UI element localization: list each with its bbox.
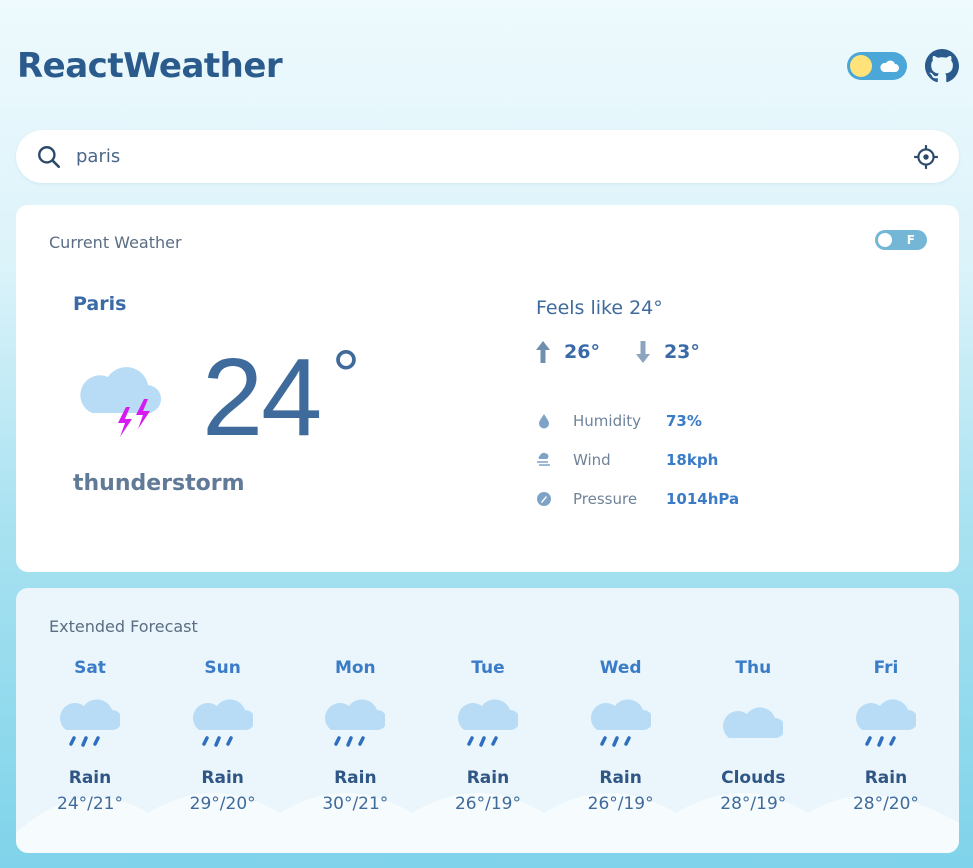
- detail-value: 73%: [666, 411, 702, 430]
- forecast-day: Tue Rain 26°/19°: [422, 658, 554, 814]
- header-actions: [847, 49, 959, 83]
- day-temps: 26°/19°: [454, 794, 521, 814]
- arrow-up-icon: [536, 341, 550, 363]
- feels-like: Feels like 24°: [536, 297, 663, 319]
- day-temps: 24°/21°: [57, 794, 123, 814]
- max-temp-value: 26°: [564, 341, 600, 363]
- wind-icon: [537, 452, 550, 466]
- toggle-knob: [878, 233, 892, 247]
- search-icon: [38, 145, 61, 168]
- min-temp: 23°: [635, 341, 700, 363]
- detail-value: 18kph: [666, 450, 719, 469]
- forecast-card: Extended Forecast Sat Rain 24°/21° Sun R…: [16, 588, 959, 853]
- crosshair-icon[interactable]: [913, 144, 939, 170]
- rain-cloud-icon: [458, 699, 518, 747]
- day-name: Sun: [204, 658, 241, 678]
- forecast-day: Wed Rain 26°/19°: [555, 658, 687, 814]
- forecast-day: Mon Rain 30°/21°: [289, 658, 421, 814]
- day-name: Tue: [471, 658, 505, 678]
- weather-details: Humidity 73% Wind 18kph Pressure 1014hPa: [536, 401, 739, 518]
- detail-value: 1014hPa: [666, 489, 740, 508]
- forecast-day: Fri Rain 28°/20°: [820, 658, 952, 814]
- theme-toggle[interactable]: [847, 52, 907, 80]
- day-name: Sat: [74, 658, 106, 678]
- detail-humidity: Humidity 73%: [536, 401, 739, 440]
- day-name: Fri: [873, 658, 899, 678]
- detail-pressure: Pressure 1014hPa: [536, 479, 739, 518]
- arrow-down-icon: [635, 341, 650, 363]
- day-name: Mon: [334, 658, 376, 678]
- max-temp: 26°: [536, 341, 600, 363]
- cloud-icon: [723, 707, 784, 738]
- github-icon[interactable]: [925, 49, 959, 83]
- detail-label: Humidity: [573, 411, 642, 430]
- city-name: Paris: [73, 293, 127, 315]
- day-condition: Clouds: [721, 768, 786, 788]
- forecast-list: Sat Rain 24°/21° Sun Rain 29°/20° Mon Ra…: [24, 658, 952, 814]
- current-temperature: 24: [202, 336, 322, 459]
- detail-label: Wind: [573, 450, 611, 469]
- temperature-degree: °: [332, 336, 360, 414]
- day-condition: Rain: [864, 768, 908, 788]
- forecast-day: Sat Rain 24°/21°: [24, 658, 156, 814]
- search-bar[interactable]: [16, 130, 959, 183]
- app-title: ReactWeather: [17, 46, 283, 86]
- current-weather-title: Current Weather: [49, 233, 182, 252]
- day-condition: Rain: [68, 768, 112, 788]
- detail-label: Pressure: [573, 489, 638, 508]
- day-name: Wed: [599, 658, 642, 678]
- gauge-icon: [537, 491, 551, 506]
- rain-cloud-icon: [590, 699, 651, 747]
- thunderstorm-icon: [80, 367, 162, 437]
- day-condition: Rain: [599, 768, 642, 788]
- min-max-temps: 26° 23°: [536, 341, 700, 363]
- day-name: Thu: [735, 658, 772, 678]
- current-condition: thunderstorm: [73, 471, 245, 496]
- day-temps: 29°/20°: [189, 794, 256, 814]
- rain-cloud-icon: [192, 699, 253, 747]
- unit-toggle[interactable]: F: [875, 230, 927, 250]
- cloud-icon: [880, 60, 899, 72]
- current-weather-card: Current Weather F Paris 24 ° thunderstor…: [16, 205, 959, 572]
- rain-cloud-icon: [325, 699, 386, 747]
- day-condition: Rain: [334, 768, 377, 788]
- forecast-day: Sun Rain 29°/20°: [157, 658, 289, 814]
- day-condition: Rain: [201, 768, 244, 788]
- day-condition: Rain: [466, 768, 510, 788]
- detail-wind: Wind 18kph: [536, 440, 739, 479]
- search-input[interactable]: [76, 146, 913, 167]
- sun-icon: [850, 55, 872, 77]
- unit-toggle-label: F: [906, 233, 915, 247]
- min-temp-value: 23°: [663, 341, 700, 363]
- droplet-icon: [539, 413, 549, 428]
- day-temps: 28°/20°: [852, 794, 919, 814]
- rain-cloud-icon: [60, 699, 120, 747]
- forecast-title: Extended Forecast: [49, 617, 198, 636]
- day-temps: 26°/19°: [587, 794, 654, 814]
- app-header: ReactWeather: [17, 44, 959, 88]
- day-temps: 30°/21°: [322, 794, 389, 814]
- forecast-day: Thu Clouds 28°/19°: [687, 658, 819, 814]
- rain-cloud-icon: [855, 699, 916, 747]
- day-temps: 28°/19°: [720, 794, 787, 814]
